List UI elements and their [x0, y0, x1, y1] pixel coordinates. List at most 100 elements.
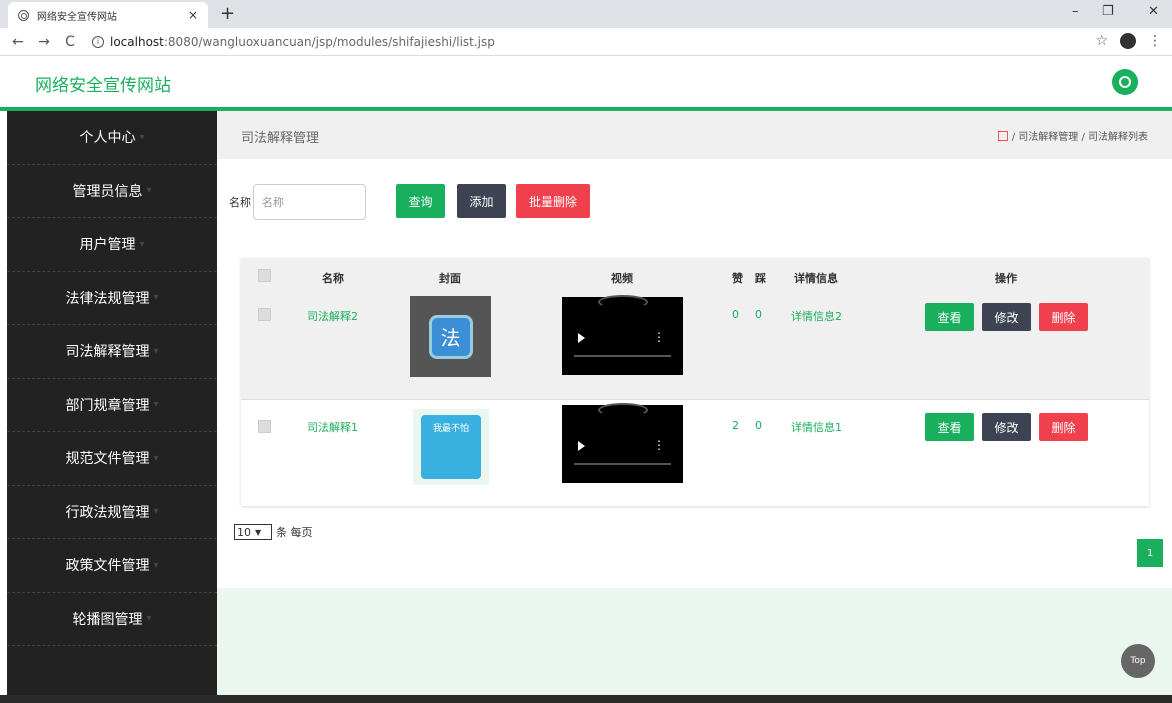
browser-tab-bar: 网络安全宣传网站 × + – ❐ ✕ [0, 0, 1172, 28]
data-table: 名称 封面 视频 赞 踩 详情信息 操作 司法解释2 法 ⋮ 0 0 详情信息2… [241, 258, 1149, 506]
pagination-size: 10 ▼ 条 每页 [234, 524, 313, 540]
site-brand[interactable]: 网络安全宣传网站 [35, 71, 171, 96]
sidebar-item-policy-docs[interactable]: 政策文件管理 ▾ [7, 539, 217, 593]
page-number-button[interactable]: 1 [1137, 539, 1163, 567]
row-like: 2 [732, 419, 739, 432]
chevron-down-icon: ▾ [153, 345, 159, 357]
search-label: 名称 [229, 196, 251, 209]
header-ops: 操作 [995, 272, 1017, 285]
video-progress-bar[interactable] [574, 355, 671, 357]
add-button[interactable]: 添加 [457, 184, 506, 218]
back-icon[interactable]: ← [10, 34, 26, 50]
chevron-down-icon: ▾ [139, 131, 145, 143]
app-header: 网络安全宣传网站 [0, 57, 1172, 107]
sidebar-item-laws[interactable]: 法律法规管理 ▾ [7, 272, 217, 325]
browser-menu-icon[interactable]: ⋮ [1148, 33, 1162, 49]
breadcrumb: / 司法解释管理 / 司法解释列表 [997, 128, 1148, 143]
view-button[interactable]: 查看 [925, 413, 974, 441]
row-like: 0 [732, 308, 739, 321]
per-page-label: 条 每页 [276, 526, 313, 539]
minimize-icon[interactable]: – [1072, 4, 1079, 19]
row-detail: 详情信息2 [791, 310, 842, 323]
row-dislike: 0 [755, 419, 762, 432]
edit-button[interactable]: 修改 [982, 413, 1031, 441]
sidebar-item-personal-center[interactable]: 个人中心 ▾ [7, 111, 217, 165]
chevron-down-icon: ▼ [255, 527, 262, 537]
chevron-down-icon: ▾ [139, 238, 145, 250]
chevron-down-icon: ▾ [153, 559, 159, 571]
row-checkbox[interactable] [258, 308, 271, 321]
more-options-icon[interactable]: ⋮ [653, 330, 665, 344]
query-button[interactable]: 查询 [396, 184, 445, 218]
site-info-icon[interactable]: i [92, 35, 104, 48]
chevron-down-icon: ▾ [153, 452, 159, 464]
sidebar-item-dept-rules[interactable]: 部门规章管理 ▾ [7, 379, 217, 432]
row-detail: 详情信息1 [791, 421, 842, 434]
back-to-top-button[interactable]: Top [1121, 644, 1155, 678]
row-dislike: 0 [755, 308, 762, 321]
play-icon[interactable] [578, 333, 585, 343]
view-button[interactable]: 查看 [925, 303, 974, 331]
sidebar: 个人中心 ▾ 管理员信息 ▾ 用户管理 ▾ 法律法规管理 ▾ 司法解释管理 ▾ 部门规章管… [7, 111, 217, 695]
delete-button[interactable]: 删除 [1039, 413, 1088, 441]
video-progress-bar[interactable] [574, 463, 671, 465]
select-all-checkbox[interactable] [258, 269, 271, 282]
forward-icon[interactable]: → [36, 34, 52, 50]
sidebar-item-users[interactable]: 用户管理 ▾ [7, 218, 217, 272]
play-icon[interactable] [578, 441, 585, 451]
video-player[interactable]: ⋮ [562, 295, 683, 375]
page-size-select[interactable]: 10 ▼ [234, 524, 272, 540]
sidebar-item-carousel[interactable]: 轮播图管理 ▾ [7, 593, 217, 646]
main-content: 司法解释管理 / 司法解释管理 / 司法解释列表 名称 名称 查询 添加 批量删… [217, 111, 1172, 695]
reload-icon[interactable]: C [62, 34, 78, 50]
tab-close-button[interactable]: × [188, 8, 198, 22]
row-checkbox[interactable] [258, 420, 271, 433]
sidebar-item-normative-docs[interactable]: 规范文件管理 ▾ [7, 432, 217, 486]
table-row: 司法解释1 我最不怕 ⋮ 2 0 详情信息1 查看 修改 删除 [241, 400, 1149, 506]
home-icon[interactable] [997, 130, 1008, 141]
delete-button[interactable]: 删除 [1039, 303, 1088, 331]
header-dislike: 踩 [755, 272, 766, 285]
address-bar: ← → C i localhost:8080/wangluoxuancuan/j… [0, 28, 1172, 56]
bookmark-star-icon[interactable]: ☆ [1095, 33, 1108, 49]
breadcrumb-text: / 司法解释管理 / 司法解释列表 [1011, 132, 1148, 143]
header-video: 视频 [611, 272, 633, 285]
table-header: 名称 封面 视频 赞 踩 详情信息 操作 [241, 258, 1149, 293]
chevron-down-icon: ▾ [153, 292, 159, 304]
footer-area [217, 588, 1172, 695]
chevron-down-icon: ▾ [146, 185, 152, 197]
breadcrumb-bar: 司法解释管理 / 司法解释管理 / 司法解释列表 [217, 111, 1172, 159]
browser-tab[interactable]: 网络安全宣传网站 × [8, 2, 208, 28]
header-name: 名称 [322, 272, 344, 285]
site-favicon-icon [18, 9, 29, 21]
window-close-icon[interactable]: ✕ [1148, 4, 1159, 19]
more-options-icon[interactable]: ⋮ [653, 438, 665, 452]
sidebar-item-admin-info[interactable]: 管理员信息 ▾ [7, 165, 217, 218]
profile-icon[interactable] [1120, 33, 1136, 49]
url-field[interactable]: i localhost:8080/wangluoxuancuan/jsp/mod… [92, 35, 495, 49]
batch-delete-button[interactable]: 批量删除 [516, 184, 590, 218]
restore-icon[interactable]: ❐ [1102, 4, 1114, 19]
video-player[interactable]: ⋮ [562, 403, 683, 483]
url-path: :8080/wangluoxuancuan/jsp/modules/shifaj… [163, 34, 495, 49]
header-cover: 封面 [439, 272, 461, 285]
search-form: 名称 名称 [229, 184, 366, 220]
row-name[interactable]: 司法解释2 [307, 308, 358, 324]
sidebar-item-admin-regulations[interactable]: 行政法规管理 ▾ [7, 486, 217, 539]
chevron-down-icon: ▾ [153, 506, 159, 518]
header-like: 赞 [732, 272, 743, 285]
cover-image: 我最不怕 [413, 409, 489, 485]
page-title: 司法解释管理 [241, 131, 320, 146]
chevron-down-icon: ▾ [146, 613, 152, 625]
sidebar-item-judicial-interpretation[interactable]: 司法解释管理 ▾ [7, 325, 217, 379]
table-row: 司法解释2 法 ⋮ 0 0 详情信息2 查看 修改 删除 [241, 293, 1149, 400]
tab-title: 网络安全宣传网站 [37, 11, 117, 23]
user-avatar-icon[interactable] [1112, 69, 1138, 95]
new-tab-button[interactable]: + [220, 3, 235, 24]
edit-button[interactable]: 修改 [982, 303, 1031, 331]
header-detail: 详情信息 [794, 272, 838, 285]
url-host: localhost [110, 34, 164, 49]
search-input[interactable]: 名称 [253, 184, 366, 220]
row-name[interactable]: 司法解释1 [307, 419, 358, 435]
os-taskbar [0, 695, 1172, 703]
